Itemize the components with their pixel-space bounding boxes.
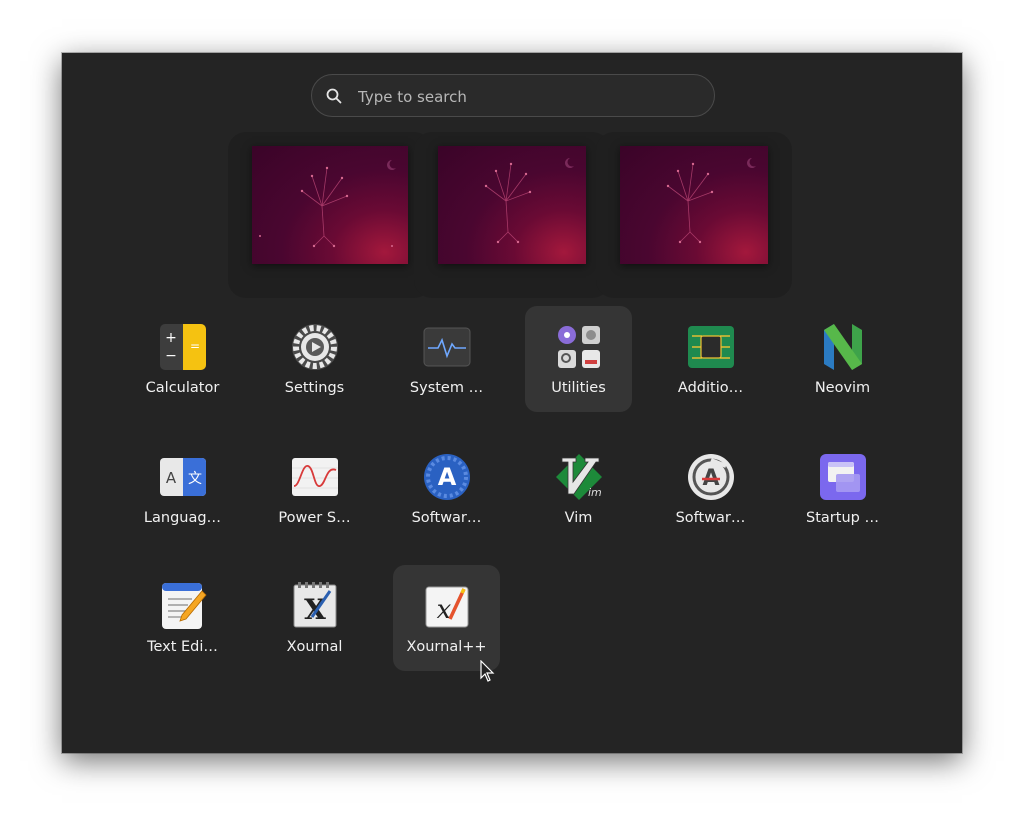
app-label: Settings: [284, 380, 345, 396]
xournalpp-icon: x: [425, 586, 469, 628]
power-statistics-icon: [292, 458, 338, 496]
svg-text:im: im: [588, 486, 602, 499]
settings-gear-icon: [292, 324, 338, 370]
svg-text:x: x: [437, 595, 452, 625]
vim-icon: im: [556, 454, 602, 500]
svg-text:X: X: [304, 593, 326, 626]
search-input[interactable]: [356, 84, 700, 110]
app-neovim[interactable]: Neovim: [789, 306, 896, 412]
jellyfish-wallpaper-icon: [666, 158, 756, 244]
app-label: Utilities: [551, 380, 606, 396]
svg-text:A: A: [438, 463, 457, 491]
app-label: Softwar…: [675, 510, 746, 526]
app-utilities-folder[interactable]: Utilities: [525, 306, 632, 412]
app-grid-overview: + − = Calculator Settings System …: [62, 53, 962, 753]
app-label: System …: [409, 380, 484, 396]
app-settings[interactable]: Settings: [261, 306, 368, 412]
app-text-editor[interactable]: Text Edi…: [129, 565, 236, 671]
workspace-1-frame: [228, 132, 432, 298]
app-system-monitor[interactable]: System …: [393, 306, 500, 412]
app-software-updater[interactable]: A Softwar…: [657, 436, 764, 542]
software-updater-icon: A: [688, 454, 734, 500]
software-store-icon: A: [424, 454, 470, 500]
app-label: Power S…: [278, 510, 351, 526]
mouse-pointer-icon: [480, 660, 495, 682]
search-bar[interactable]: [311, 74, 715, 117]
workspace-2-frame: [414, 132, 610, 298]
language-icon: A 文: [160, 458, 206, 496]
neovim-icon: [824, 324, 862, 370]
app-label: Startup …: [806, 510, 879, 526]
svg-text:+: +: [165, 330, 177, 346]
app-label: Text Edi…: [147, 639, 218, 655]
app-label: Neovim: [814, 380, 871, 396]
app-language-support[interactable]: A 文 Languag…: [129, 436, 236, 542]
app-software-store[interactable]: A Softwar…: [393, 436, 500, 542]
calculator-icon: + − =: [160, 324, 206, 370]
jellyfish-wallpaper-icon: [259, 160, 396, 248]
startup-apps-icon: [820, 454, 866, 500]
app-xournalpp[interactable]: x Xournal++: [393, 565, 500, 671]
app-startup-applications[interactable]: Startup …: [789, 436, 896, 542]
jellyfish-wallpaper-icon: [484, 158, 574, 244]
chip-icon: [688, 326, 734, 368]
utilities-folder-icon: [558, 326, 600, 368]
svg-text:=: =: [190, 339, 200, 353]
app-label: Additio…: [677, 380, 744, 396]
app-xournal[interactable]: X Xournal: [261, 565, 368, 671]
app-label: Languag…: [143, 510, 222, 526]
text-editor-icon: [162, 583, 207, 629]
svg-text:−: −: [165, 348, 177, 364]
app-label: Calculator: [145, 380, 220, 396]
workspace-3-frame: [596, 132, 792, 298]
app-label: Vim: [564, 510, 593, 526]
system-monitor-icon: [423, 327, 471, 367]
app-additional-drivers[interactable]: Additio…: [657, 306, 764, 412]
workspace-3[interactable]: [620, 146, 768, 264]
svg-text:文: 文: [188, 471, 202, 487]
app-label: Xournal++: [406, 639, 487, 655]
xournal-icon: X: [293, 582, 337, 628]
workspace-1[interactable]: [252, 146, 408, 264]
workspace-2[interactable]: [438, 146, 586, 264]
app-label: Xournal: [286, 639, 343, 655]
app-power-statistics[interactable]: Power S…: [261, 436, 368, 542]
app-label: Softwar…: [411, 510, 482, 526]
search-icon: [326, 88, 342, 104]
app-calculator[interactable]: + − = Calculator: [129, 306, 236, 412]
svg-text:A: A: [166, 469, 177, 487]
app-vim[interactable]: im Vim: [525, 436, 632, 542]
